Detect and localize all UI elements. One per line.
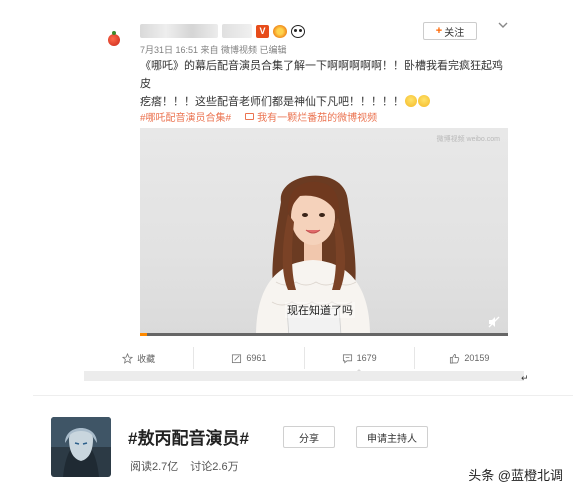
post-body: 《哪吒》的幕后配音演员合集了解一下啊啊啊啊啊！！卧槽我看完疯狂起鸡皮 疙瘩！！！…: [140, 57, 510, 111]
post-meta: 7月31日 16:51 来自 微博视频 已编辑: [140, 45, 287, 55]
comment-button[interactable]: 1679: [305, 347, 415, 373]
repost-button[interactable]: 6961: [194, 347, 305, 369]
share-button[interactable]: 分享: [283, 426, 335, 448]
follow-label: 关注: [444, 27, 465, 39]
favorite-button[interactable]: 收藏: [84, 347, 195, 369]
blurred-username[interactable]: [140, 24, 218, 38]
post-action-bar: 收藏 6961 1679 20159: [84, 347, 524, 373]
emoji-icon: [418, 95, 430, 107]
panda-badge-icon: [291, 24, 305, 38]
like-button[interactable]: 20159: [415, 347, 524, 369]
video-source-label: 我有一颗烂番茄的微博视频: [257, 113, 378, 124]
video-progress-fill: [140, 333, 148, 336]
user-avatar[interactable]: [108, 31, 120, 46]
thumbs-up-icon: [450, 353, 460, 363]
plus-icon: +: [435, 25, 443, 37]
discussion-count: 讨论2.6万: [190, 461, 239, 473]
post-links: #哪吒配音演员合集# 我有一颗烂番茄的微博视频: [140, 109, 377, 124]
comment-icon: [342, 353, 352, 363]
video-player[interactable]: 微博视频 weibo.com 现在知道了吗: [140, 128, 508, 336]
favorite-label: 收藏: [137, 353, 156, 364]
blurred-username-extra: [222, 24, 252, 38]
emoji-icon: [405, 95, 417, 107]
read-count: 阅读2.7亿: [130, 461, 179, 473]
video-watermark: 微博视频 weibo.com: [436, 136, 500, 143]
repost-icon: [232, 353, 242, 363]
follow-button[interactable]: + 关注: [423, 22, 477, 40]
topic-link[interactable]: #哪吒配音演员合集#: [140, 109, 231, 124]
topic-stats: 阅读2.7亿 讨论2.6万: [130, 458, 239, 474]
video-progress-bar[interactable]: [140, 333, 508, 336]
topic-title[interactable]: #敖丙配音演员#: [128, 424, 249, 449]
repost-count: 6961: [246, 353, 267, 363]
comment-count: 1679: [356, 353, 377, 363]
post-text-line-1: 《哪吒》的幕后配音演员合集了解一下啊啊啊啊啊！！卧槽我看完疯狂起鸡皮: [140, 60, 503, 90]
verified-v-badge: V: [256, 24, 269, 38]
like-count: 20159: [464, 353, 490, 363]
chevron-down-icon[interactable]: [498, 20, 508, 30]
user-name-row: V: [140, 24, 305, 38]
video-source-link[interactable]: 我有一颗烂番茄的微博视频: [245, 109, 377, 124]
video-subtitle: 现在知道了吗: [285, 302, 355, 318]
return-glyph: ↵: [521, 374, 529, 384]
flower-badge-icon: [273, 24, 287, 38]
mute-icon[interactable]: [488, 316, 500, 328]
source-watermark: 头条 @蓝橙北调: [468, 468, 563, 483]
topic-card: [33, 395, 573, 502]
post-divider-strip: [84, 371, 524, 381]
topic-avatar-image: [51, 417, 111, 477]
apply-host-button[interactable]: 申请主持人: [356, 426, 428, 448]
video-icon: [245, 113, 255, 120]
star-icon: [122, 352, 134, 364]
post-text-line-2: 疙瘩！！！这些配音老师们都是神仙下凡吧！！！！！: [140, 96, 404, 108]
